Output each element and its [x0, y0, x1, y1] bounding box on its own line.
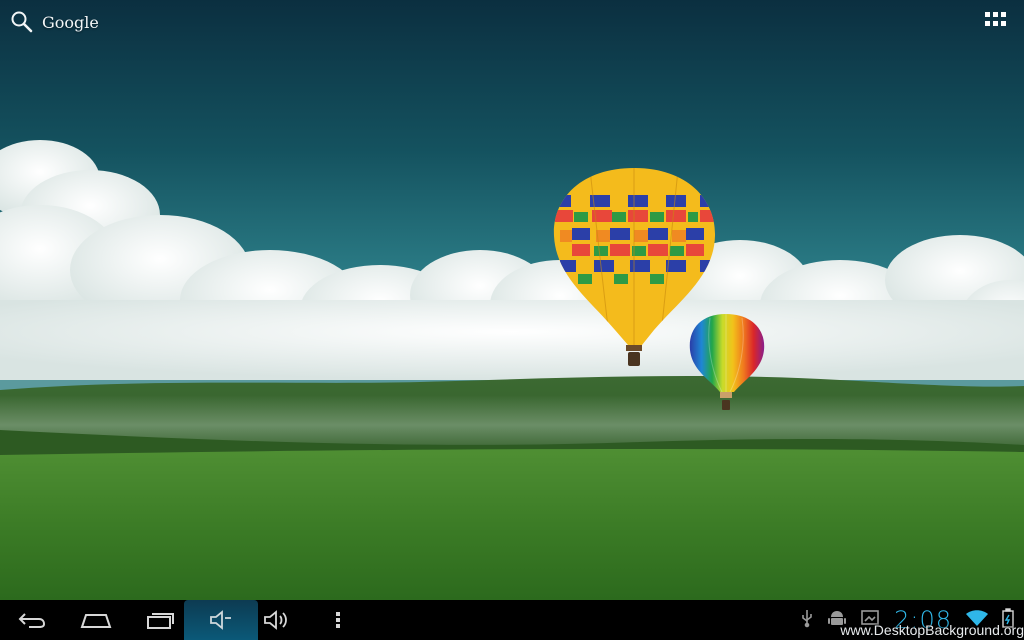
grid-icon	[985, 12, 1007, 32]
home-button[interactable]	[64, 600, 128, 640]
clock: 2:08	[894, 606, 952, 634]
wallpaper	[0, 0, 1024, 600]
screenshot-icon	[860, 609, 880, 631]
home-icon	[80, 611, 112, 629]
menu-button[interactable]	[306, 600, 370, 640]
google-search-label: Google	[42, 12, 99, 32]
usb-icon	[800, 608, 814, 632]
battery-icon	[1002, 608, 1014, 632]
volume-down-icon	[208, 610, 234, 630]
status-area[interactable]: 2:08	[754, 600, 1024, 640]
volume-up-button[interactable]	[244, 600, 308, 640]
recent-apps-button[interactable]	[128, 600, 192, 640]
navigation-bar: 2:08	[0, 600, 1024, 640]
google-search-widget[interactable]: Google	[10, 8, 99, 36]
overflow-menu-icon	[335, 611, 341, 629]
all-apps-button[interactable]	[984, 10, 1008, 34]
recent-apps-icon	[145, 610, 175, 630]
back-button[interactable]	[0, 600, 64, 640]
wifi-icon	[966, 609, 988, 631]
android-debug-icon	[828, 608, 847, 632]
back-arrow-icon	[17, 610, 47, 630]
volume-up-icon	[262, 610, 290, 630]
search-icon	[10, 10, 34, 34]
